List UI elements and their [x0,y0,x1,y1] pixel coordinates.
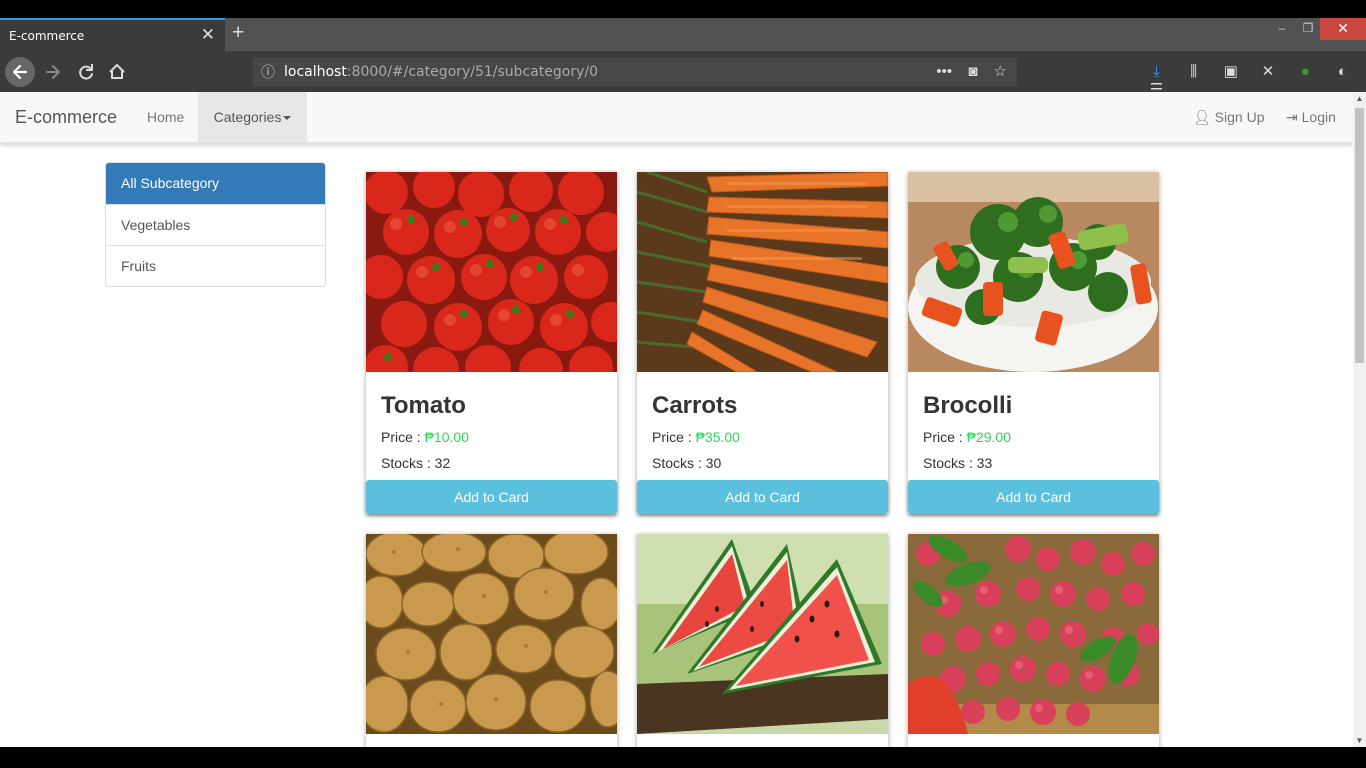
forward-arrow-icon[interactable] [38,57,68,87]
screen: E-commerce ✕ + – ❐ ✕ ⓘ localhost:8000/#/… [0,0,1366,768]
extension-green-icon[interactable]: ● [1289,63,1322,80]
nav-home-link[interactable]: Home [132,92,199,142]
taskbar [0,747,1366,768]
product-stock: Stocks : 30 [652,455,722,471]
subcategory-list: All Subcategory Vegetables Fruits [105,162,326,287]
nav-signup-label: Sign Up [1214,109,1265,125]
product-card [366,534,617,747]
new-tab-icon[interactable]: + [232,21,244,45]
url-text[interactable]: localhost:8000/#/category/51/subcategory… [284,64,598,80]
scroll-up-arrow-icon[interactable]: ▲ [1353,94,1366,103]
extension-x-icon[interactable]: ✕ [1252,62,1285,80]
bookmark-star-icon[interactable]: ☆ [994,63,1007,80]
product-name: Brocolli [923,392,1013,419]
price-label: Price : [652,429,692,445]
product-card [908,534,1159,747]
product-price: Price : ₱35.00 [652,429,740,445]
add-to-cart-button[interactable]: Add to Card [637,480,888,514]
sidebar-icon[interactable]: ▣ [1214,62,1247,80]
browser-toolbar: ⓘ localhost:8000/#/category/51/subcatego… [0,51,1366,98]
product-card [637,534,888,747]
download-icon[interactable]: ⤓ [1140,63,1173,80]
price-label: Price : [381,429,421,445]
product-price: Price : ₱29.00 [923,429,1011,445]
nav-login-link[interactable]: ⇥ Login [1286,92,1336,142]
nav-signup-link[interactable]: 👤︎ Sign Up [1193,92,1264,142]
product-name: Tomato [381,392,466,419]
price-label: Price : [923,429,963,445]
carrots-image [637,172,888,372]
extension-c-icon[interactable]: ◐ [1326,63,1359,80]
price-value: ₱29.00 [966,429,1011,445]
price-value: ₱35.00 [695,429,740,445]
page-scrollbar[interactable]: ▲ ▼ [1353,92,1366,747]
close-tab-icon[interactable]: ✕ [201,25,215,45]
broccoli-image [908,172,1159,372]
product-card: Brocolli Price : ₱29.00 Stocks : 33 Add … [908,172,1159,514]
product-price: Price : ₱10.00 [381,429,469,445]
product-card: Carrots Price : ₱35.00 Stocks : 30 Add t… [637,172,888,514]
scroll-down-arrow-icon[interactable]: ▼ [1353,736,1366,745]
close-window-icon[interactable]: ✕ [1320,18,1366,40]
url-path: :8000/#/category/51/subcategory/0 [346,64,599,80]
browser-tabbar: E-commerce ✕ + – ❐ ✕ [0,18,1366,51]
scroll-thumb[interactable] [1355,108,1364,363]
nav-login-label: Login [1301,109,1336,125]
site-navbar: E-commerce Home Categories 👤︎ Sign Up ⇥ … [0,92,1353,143]
user-icon: 👤︎ [1193,109,1211,125]
nav-categories-label: Categories [213,109,282,125]
product-name: Carrots [652,392,738,419]
potatoes-image [366,534,617,734]
tab-title: E-commerce [9,29,85,43]
tomato-image [366,172,617,372]
product-stock: Stocks : 32 [381,455,451,471]
home-icon[interactable] [102,57,132,87]
add-to-cart-button[interactable]: Add to Card [366,480,617,514]
add-to-cart-button[interactable]: Add to Card [908,480,1159,514]
site-info-icon[interactable]: ⓘ [261,62,275,82]
browser-tab[interactable]: E-commerce ✕ [0,18,225,51]
product-stock: Stocks : 33 [923,455,993,471]
lychees-image [908,534,1159,734]
sidebar-item-fruits[interactable]: Fruits [106,245,325,286]
restore-window-icon[interactable]: ❐ [1297,18,1319,40]
url-actions: ••• ◙ ☆ [924,62,1007,80]
brand-link[interactable]: E-commerce [15,107,117,128]
url-host: localhost [284,64,347,80]
login-icon: ⇥ [1286,109,1298,125]
nav-categories-dropdown[interactable]: Categories [198,92,307,142]
price-value: ₱10.00 [424,429,469,445]
web-page: E-commerce Home Categories 👤︎ Sign Up ⇥ … [0,92,1353,747]
address-bar[interactable]: ⓘ localhost:8000/#/category/51/subcatego… [253,58,1017,86]
back-arrow-icon[interactable] [5,57,35,87]
library-icon[interactable]: ⫼ [1177,63,1210,80]
sidebar-item-vegetables[interactable]: Vegetables [106,204,325,245]
caret-down-icon [283,116,292,121]
watermelon-image [637,534,888,734]
page-actions-icon[interactable]: ••• [936,63,952,80]
product-card: Tomato Price : ₱10.00 Stocks : 32 Add to… [366,172,617,514]
sidebar-item-all-subcategory[interactable]: All Subcategory [106,163,325,204]
minimize-window-icon[interactable]: – [1271,18,1293,40]
reload-icon[interactable] [71,57,101,87]
pocket-icon[interactable]: ◙ [968,63,977,80]
